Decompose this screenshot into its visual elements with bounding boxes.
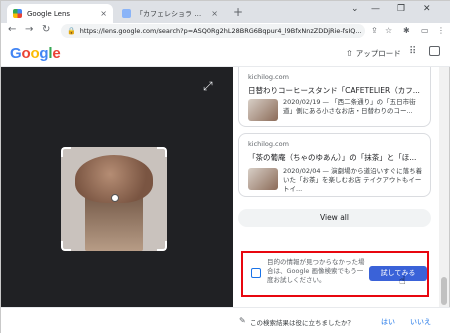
result-snippet: 2020/02/19 — 「西二条通り」の「五日市街道」側にある小さなお店・日替… [283, 98, 416, 115]
feedback-no-button[interactable]: いいえ [410, 317, 431, 327]
result-card[interactable]: kichilog.com 「茶の葡庵（ちゃのゆあん）」の「抹茶」と「ほ... 2… [238, 133, 431, 197]
lens-header: Google ⇧ アップロード ⠿ [1, 39, 450, 67]
result-thumbnail [248, 168, 278, 190]
upload-icon: ⇧ [346, 49, 353, 58]
expand-icon[interactable]: ⤢ [203, 79, 213, 94]
crop-handle-bottom-left[interactable] [61, 241, 71, 251]
results-pane: kichilog.com 日替わりコーヒースタンド「CAFETELIER（カフ.… [233, 67, 439, 307]
feedback-yes-button[interactable]: はい [381, 317, 395, 327]
result-card[interactable]: kichilog.com 日替わりコーヒースタンド「CAFETELIER（カフ.… [238, 67, 431, 127]
result-title[interactable]: 日替わりコーヒースタンド「CAFETELIER（カフ... [248, 85, 428, 96]
tab-cafe-page[interactable]: 「カフェレショラ 吉祥寺バルコ店 (カフェレショ × [116, 4, 224, 23]
apps-grid-icon[interactable]: ⠿ [409, 46, 416, 57]
result-title[interactable]: 「茶の葡庵（ちゃのゆあん）」の「抹茶」と「ほ... [248, 152, 428, 163]
result-source: kichilog.com [248, 140, 289, 148]
crop-handle-bottom-right[interactable] [157, 241, 167, 251]
share-icon[interactable]: ⇪ [371, 26, 378, 35]
image-search-suggestion: 目的の情報が見つからなかった場合は、Google 画像検索でもう一度お試しくださ… [241, 251, 429, 297]
address-bar[interactable]: 🔒 https://lens.google.com/search?p=ASQ0R… [61, 24, 365, 38]
tab-title: 「カフェレショラ 吉祥寺バルコ店 (カフェレショ [136, 9, 207, 18]
browser-toolbar: ← → ↻ 🔒 https://lens.google.com/search?p… [1, 23, 450, 39]
feedback-icon[interactable] [429, 46, 440, 56]
result-snippet: 2020/02/04 — 演劇場から道沿いすぐに落ち着いた「お茶」を楽しむお店 … [283, 167, 423, 193]
minimize-button[interactable]: — [371, 4, 380, 14]
tab-close-icon[interactable]: × [100, 9, 107, 18]
logo-letter: e [52, 45, 61, 62]
tab-google-lens[interactable]: Google Lens × [7, 4, 113, 23]
logo-letter: G [10, 45, 22, 62]
google-lens-favicon-icon [13, 9, 22, 18]
feedback-footer: ✎ この検索結果は役に立ちましたか？ はい いいえ [1, 307, 450, 333]
tab-title: Google Lens [27, 9, 71, 18]
tab-strip: Google Lens × 「カフェレショラ 吉祥寺バルコ店 (カフェレショ ×… [1, 1, 450, 23]
feedback-pencil-icon: ✎ [239, 316, 246, 325]
feedback-question: この検索結果は役に立ちましたか？ [250, 319, 354, 327]
hand-cursor-icon: ☝ [399, 274, 406, 287]
maximize-button[interactable]: ❐ [397, 4, 405, 14]
selection-dot[interactable] [111, 194, 119, 202]
upload-button[interactable]: ⇧ アップロード [346, 48, 401, 59]
url-text: https://lens.google.com/search?p=ASQ0Rg2… [79, 27, 362, 35]
image-search-icon [251, 268, 261, 278]
back-button[interactable]: ← [8, 24, 16, 35]
crop-handle-top-left[interactable] [61, 147, 71, 157]
site-favicon-icon [122, 9, 131, 18]
tab-close-icon[interactable]: × [211, 9, 218, 18]
scrollbar-thumb[interactable] [441, 277, 447, 305]
close-window-button[interactable]: ✕ [423, 4, 431, 14]
reload-button[interactable]: ↻ [42, 24, 50, 35]
results-scrollbar[interactable] [439, 67, 449, 307]
view-all-button[interactable]: View all [238, 209, 431, 227]
crop-handle-top-right[interactable] [157, 147, 167, 157]
bookmark-star-icon[interactable]: ☆ [385, 26, 392, 35]
forward-button[interactable]: → [25, 24, 33, 35]
new-tab-button[interactable]: + [233, 5, 243, 19]
result-thumbnail [248, 99, 278, 121]
browser-window: Google Lens × 「カフェレショラ 吉祥寺バルコ店 (カフェレショ ×… [0, 0, 450, 333]
image-pane: ⤢ [1, 67, 233, 307]
query-image[interactable] [61, 147, 167, 251]
side-panel-icon[interactable]: ▭ [421, 26, 429, 35]
lock-icon: 🔒 [67, 27, 76, 35]
google-logo[interactable]: Google [10, 45, 61, 62]
browser-menu-icon[interactable]: ⋮ [437, 26, 445, 35]
try-it-button[interactable]: 試してみる [369, 266, 427, 281]
result-source: kichilog.com [248, 73, 289, 81]
extensions-icon[interactable]: ✱ [403, 26, 410, 35]
suggestion-text: 目的の情報が見つからなかった場合は、Google 画像検索でもう一度お試しくださ… [267, 258, 365, 284]
upload-label: アップロード [355, 49, 401, 58]
tab-search-chevron-icon[interactable]: ⌄ [351, 4, 359, 14]
